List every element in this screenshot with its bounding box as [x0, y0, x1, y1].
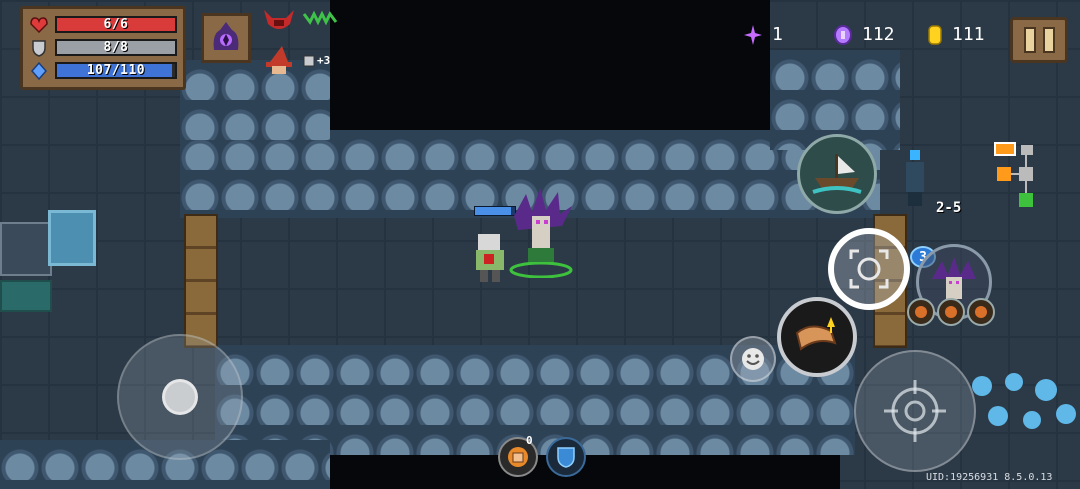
demon-horns-buff-icon — [264, 10, 294, 29]
pause-icon — [1023, 27, 1036, 53]
pause-icon-bar — [1042, 27, 1055, 53]
material-counter: 112 — [834, 24, 895, 45]
health-text: 6/6 — [103, 17, 129, 32]
currency-bar: 1 — [744, 24, 783, 45]
fist-item-icon — [508, 447, 528, 467]
horn-weapon-icon — [795, 317, 837, 351]
armor-bar: 8/8 — [55, 39, 177, 56]
health-bar: 6/6 — [55, 16, 177, 33]
level-label: 2-5 — [936, 200, 962, 216]
heart-icon — [29, 16, 49, 34]
gold-counter: 111 — [928, 24, 985, 45]
material-counter-wrap: 112 — [834, 24, 895, 45]
gold-count: 111 — [952, 24, 985, 45]
wizard-hat-buff-icon — [266, 46, 292, 74]
shield-icon — [29, 39, 49, 57]
armor-text: 8/8 — [103, 40, 129, 55]
teleporter-pad[interactable] — [48, 210, 96, 266]
material-count: 112 — [862, 24, 895, 45]
crosshair-lock-icon — [849, 249, 889, 289]
skill-slot[interactable] — [201, 13, 251, 63]
item-count: 0 — [526, 434, 533, 447]
green-wings-buff-icon — [302, 10, 338, 26]
armor-bonus-buff-icon — [303, 55, 315, 66]
gold-coin-icon — [928, 24, 942, 45]
armor-row: 8/8 — [29, 36, 177, 59]
ammo-dot — [937, 298, 965, 326]
gem-count: 1 — [772, 24, 783, 45]
gold-counter-wrap: 111 — [928, 24, 985, 45]
crosshair-icon — [884, 380, 946, 442]
player-character — [509, 188, 573, 278]
emote-button[interactable] — [730, 336, 776, 382]
ship-skill-button[interactable] — [797, 134, 877, 214]
crate-column-left — [184, 214, 218, 348]
smiley-icon — [742, 348, 764, 370]
target-ammo-indicators — [907, 298, 995, 326]
energy-crystal-icon — [29, 61, 49, 80]
ship-skill-icon — [812, 154, 862, 194]
enemy-sprite — [906, 150, 924, 206]
exit-panel — [0, 280, 52, 312]
uid-label: UID:19256931 8.5.0.13 — [926, 472, 1053, 483]
glowing-mushrooms — [972, 373, 1076, 429]
shield-item-icon — [557, 447, 575, 468]
joystick-knob[interactable] — [162, 379, 198, 415]
purple-sparkle-icon — [744, 24, 762, 45]
ammo-dot — [907, 298, 935, 326]
void-top — [330, 0, 770, 140]
armor-bonus-buff: +3 — [303, 54, 330, 67]
gem-counter: 1 — [744, 24, 783, 45]
pause-button[interactable] — [1010, 17, 1068, 63]
weapon-swap-button[interactable] — [777, 297, 857, 377]
player-stats-panel: 6/6 8/8 107/110 — [20, 6, 186, 90]
energy-row: 107/110 — [29, 59, 177, 82]
item-slot-shield[interactable] — [546, 437, 586, 477]
attack-button[interactable] — [854, 350, 976, 472]
target-lock-button[interactable] — [828, 228, 910, 310]
health-row: 6/6 — [29, 13, 177, 36]
dark-portal-skill-icon — [213, 22, 239, 50]
minimap[interactable] — [985, 135, 1045, 215]
movement-joystick[interactable] — [117, 334, 243, 460]
ammo-dot — [967, 298, 995, 326]
armor-bonus-label: +3 — [317, 54, 331, 67]
weapon-rack[interactable] — [0, 222, 52, 276]
energy-bar: 107/110 — [55, 62, 177, 79]
purple-coin-icon — [834, 24, 852, 45]
energy-text: 107/110 — [86, 63, 146, 78]
forest-wall-left — [180, 60, 330, 140]
